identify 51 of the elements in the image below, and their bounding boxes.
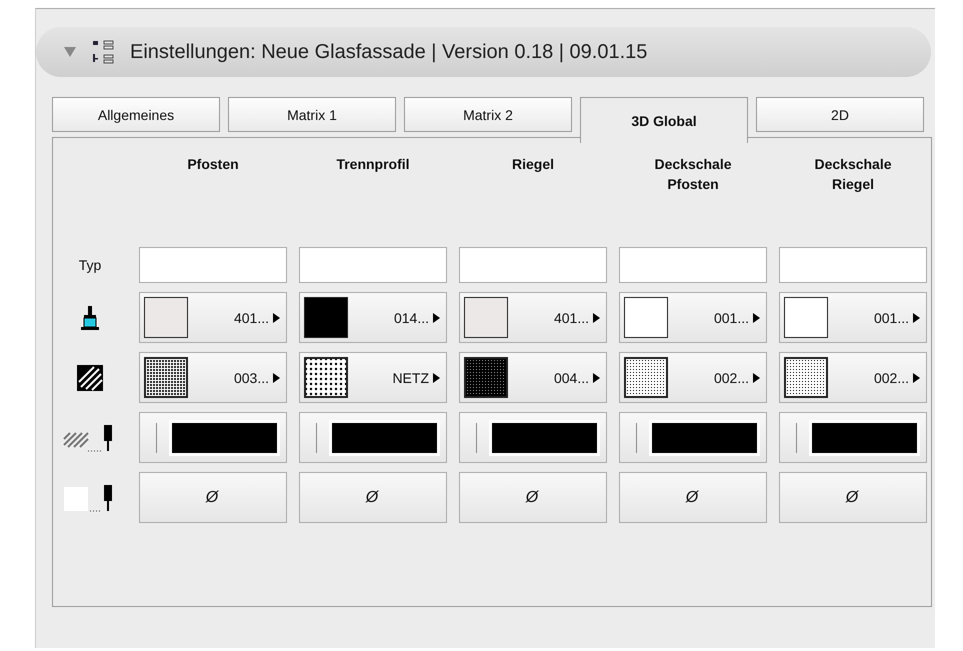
tab[interactable]: Matrix 2: [404, 97, 572, 132]
material-picker[interactable]: 001...: [779, 292, 927, 343]
pen-picker[interactable]: Ø: [779, 472, 927, 523]
type-field[interactable]: [139, 247, 287, 283]
arrow-icon: [593, 372, 600, 382]
column-header: Deckschale Riegel: [813, 155, 893, 194]
collapse-triangle-icon[interactable]: [64, 47, 76, 57]
panel-title: Einstellungen: Neue Glasfassade | Version 0.18 | 09.01.15: [130, 40, 648, 64]
tab[interactable]: Allgemeines: [52, 97, 220, 132]
arrow-icon: [273, 372, 280, 382]
hatch-icon: [77, 364, 103, 390]
type-field[interactable]: [299, 247, 447, 283]
fill-picker[interactable]: 002...: [619, 352, 767, 403]
material-picker[interactable]: 014...: [299, 292, 447, 343]
tab[interactable]: 2D: [756, 97, 924, 132]
column-header: Trennprofil: [335, 155, 411, 174]
pen-picker[interactable]: Ø: [459, 472, 607, 523]
pen-picker[interactable]: Ø: [139, 472, 287, 523]
arrow-icon: [753, 312, 760, 322]
column-header: Pfosten: [186, 155, 240, 174]
pen-picker[interactable]: Ø: [619, 472, 767, 523]
column-header: Riegel: [510, 155, 555, 174]
type-field[interactable]: [459, 247, 607, 283]
arrow-icon: [753, 372, 760, 382]
fill-picker[interactable]: 003...: [139, 352, 287, 403]
material-picker[interactable]: 401...: [139, 292, 287, 343]
type-field[interactable]: [779, 247, 927, 283]
settings-list-icon: [92, 39, 114, 65]
tab[interactable]: Matrix 1: [228, 97, 396, 132]
arrow-icon: [593, 312, 600, 322]
fill-picker[interactable]: 002...: [779, 352, 927, 403]
column-header: Deckschale Pfosten: [653, 155, 733, 194]
tab[interactable]: 3D Global: [580, 97, 748, 143]
pen-picker[interactable]: [459, 412, 607, 463]
pen-picker[interactable]: [139, 412, 287, 463]
material-picker[interactable]: 001...: [619, 292, 767, 343]
arrow-icon: [433, 372, 440, 382]
pen-picker[interactable]: [779, 412, 927, 463]
pen-picker[interactable]: Ø: [299, 472, 447, 523]
material-picker[interactable]: 401...: [459, 292, 607, 343]
pen-picker[interactable]: [619, 412, 767, 463]
row-label: Typ: [78, 257, 102, 273]
arrow-icon: [913, 312, 920, 322]
fill-picker[interactable]: 004...: [459, 352, 607, 403]
type-field[interactable]: [619, 247, 767, 283]
arrow-icon: [913, 372, 920, 382]
fill-picker[interactable]: NETZ: [299, 352, 447, 403]
paintbrush-icon: [80, 304, 100, 330]
pen-picker[interactable]: [299, 412, 447, 463]
arrow-icon: [273, 312, 280, 322]
arrow-icon: [433, 312, 440, 322]
